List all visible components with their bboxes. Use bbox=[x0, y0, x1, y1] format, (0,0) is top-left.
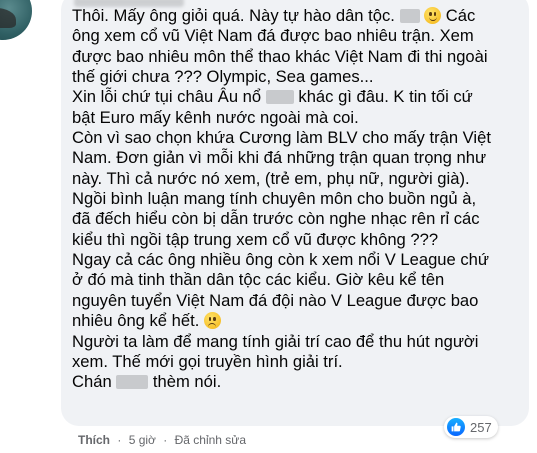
censored-word bbox=[265, 90, 294, 105]
comment-line: xem. Thế mới gọi truyền hình giải trí. bbox=[72, 351, 343, 371]
comment-line: Ngồi bình luận mang tính chuyên môn cho … bbox=[72, 189, 477, 209]
slightly-smiling-face-icon bbox=[424, 7, 442, 24]
comment-timestamp[interactable]: 5 giờ bbox=[129, 433, 156, 447]
reaction-summary[interactable]: 257 bbox=[444, 416, 498, 438]
comment-line: Xin lỗi chứ tụi châu Âu nổ khác gì đâu. … bbox=[72, 87, 473, 107]
comment-line: Thôi. Mấy ông giỏi quá. Này tự hào dân t… bbox=[72, 6, 476, 25]
like-icon bbox=[446, 417, 466, 437]
comment-line: Ngay cả các ông nhiều ông còn k xem nổi … bbox=[72, 250, 489, 270]
separator: · bbox=[163, 433, 168, 447]
comment-text: Thôi. Mấy ông giỏi quá. Này tự hào dân t… bbox=[72, 6, 524, 393]
comment-line: Chán thèm nói. bbox=[72, 372, 222, 392]
comment-line: ông xem cổ vũ Việt Nam đá được bao nhiêu… bbox=[72, 26, 474, 46]
comment-line: nhiêu ông kể hết. bbox=[72, 311, 524, 331]
commenter-avatar[interactable] bbox=[0, 0, 32, 40]
comment-line: Người ta làm để mang tính giải trí cao đ… bbox=[72, 331, 479, 351]
comment-line: thế giới chưa ??? Olympic, Sea games... bbox=[72, 67, 374, 87]
comment-line: này. Thì cả nước nó xem, (trẻ em, phụ nữ… bbox=[72, 168, 470, 188]
censored-word bbox=[399, 9, 420, 23]
comment-screenshot: Thôi. Mấy ông giỏi quá. Này tự hào dân t… bbox=[0, 0, 537, 453]
comment-line: đã đếch hiểu còn bị dẫn trước còn nghe n… bbox=[72, 209, 480, 229]
comment-line: Còn vì sao chọn khứa Cương làm BLV cho m… bbox=[72, 128, 491, 148]
separator: · bbox=[117, 433, 122, 447]
comment-line: bật Euro mấy kênh nước ngoài mà coi. bbox=[72, 107, 359, 127]
edited-label[interactable]: Đã chỉnh sửa bbox=[175, 433, 246, 447]
comment-line: kiểu thì ngồi tập trung xem cổ vũ được k… bbox=[72, 229, 439, 249]
censored-word bbox=[116, 375, 149, 390]
comment-line: nguyên tuyển Việt Nam đá đội nào V Leagu… bbox=[72, 290, 479, 310]
comment-line: ở đó mà tinh thần dân tộc các kiểu. Giờ … bbox=[72, 270, 445, 290]
comment-line: được bao nhiêu môn thể thao khác Việt Na… bbox=[72, 46, 488, 66]
comment-actions: Thích · 5 giờ · Đã chỉnh sửa bbox=[78, 432, 246, 448]
slightly-frowning-face-icon bbox=[203, 312, 221, 330]
comment-line: Nam. Đơn giản vì mỗi khi đá những trận q… bbox=[72, 148, 487, 168]
like-button[interactable]: Thích bbox=[78, 433, 110, 447]
reaction-count: 257 bbox=[470, 419, 492, 435]
